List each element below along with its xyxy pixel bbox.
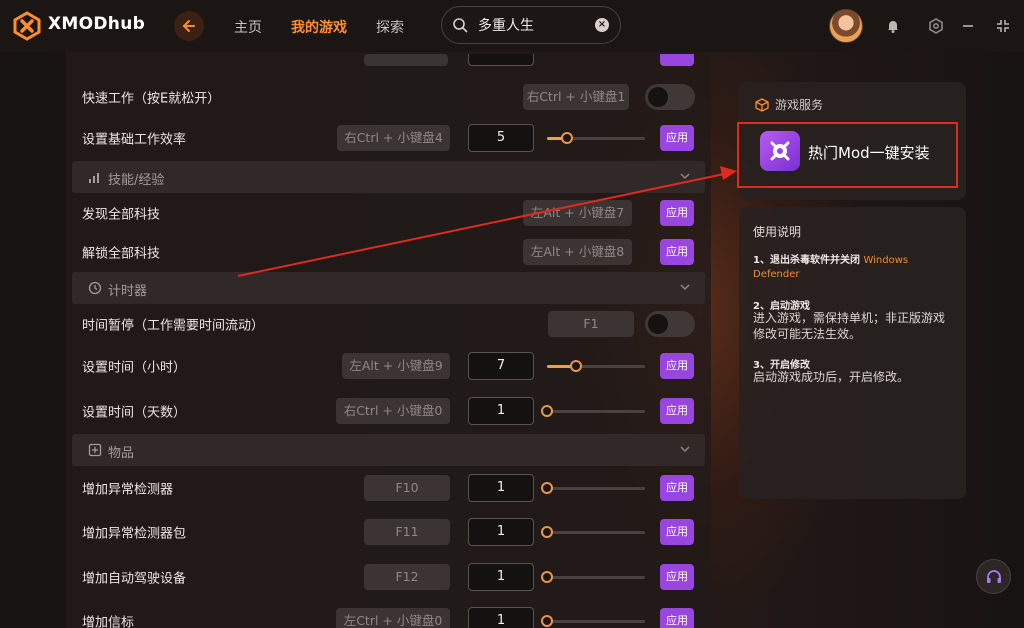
annotation-arrow — [237, 166, 737, 277]
support-headset-button[interactable] — [976, 559, 1011, 594]
headset-icon — [986, 569, 1001, 583]
